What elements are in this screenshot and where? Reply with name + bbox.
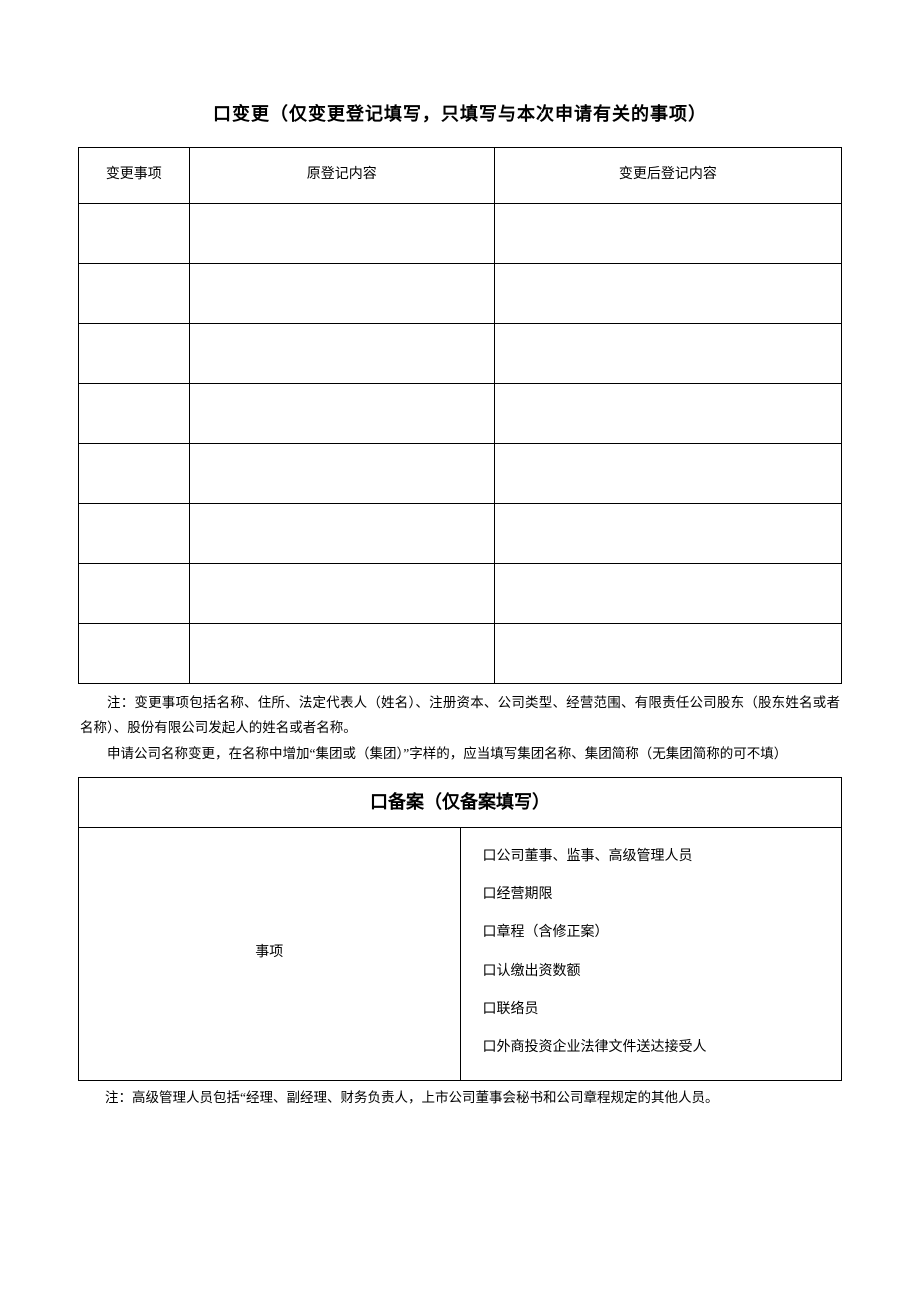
note-line2: 申请公司名称变更，在名称中增加“集团或（集团）”字样的，应当填写集团名称、集团简…	[80, 741, 840, 767]
table-row	[79, 623, 842, 683]
filing-option-liaison[interactable]: 口联络员	[483, 991, 842, 1029]
header-change-item: 变更事项	[79, 147, 190, 203]
filing-table: 口备案（仅备案填写） 事项 口公司董事、监事、高级管理人员 口经营期限 口章程（…	[78, 777, 842, 1081]
table-row	[79, 203, 842, 263]
note-line1: 注：变更事项包括名称、住所、法定代表人（姓名）、注册资本、公司类型、经营范围、有…	[80, 690, 840, 741]
change-table-header-row: 变更事项 原登记内容 变更后登记内容	[79, 147, 842, 203]
table-row	[79, 443, 842, 503]
cell-after[interactable]	[494, 383, 841, 443]
table-row	[79, 503, 842, 563]
header-original-content: 原登记内容	[189, 147, 494, 203]
cell-item[interactable]	[79, 443, 190, 503]
filing-section-footnote: 注：高级管理人员包括“经理、副经理、财务负责人，上市公司董事会秘书和公司章程规定…	[78, 1081, 842, 1111]
cell-original[interactable]	[189, 503, 494, 563]
filing-title-cell: 口备案（仅备案填写）	[79, 777, 842, 827]
cell-after[interactable]	[494, 203, 841, 263]
cell-item[interactable]	[79, 563, 190, 623]
cell-after[interactable]	[494, 443, 841, 503]
table-row	[79, 323, 842, 383]
cell-original[interactable]	[189, 323, 494, 383]
cell-after[interactable]	[494, 563, 841, 623]
cell-after[interactable]	[494, 623, 841, 683]
change-table: 变更事项 原登记内容 变更后登记内容	[78, 147, 842, 684]
cell-item[interactable]	[79, 623, 190, 683]
table-row	[79, 563, 842, 623]
cell-after[interactable]	[494, 263, 841, 323]
filing-option-directors[interactable]: 口公司董事、监事、高级管理人员	[483, 838, 842, 876]
change-section-note: 注：变更事项包括名称、住所、法定代表人（姓名）、注册资本、公司类型、经营范围、有…	[78, 684, 842, 777]
header-after-content: 变更后登记内容	[494, 147, 841, 203]
change-section-title: 口变更（仅变更登记填写，只填写与本次申请有关的事项）	[78, 100, 842, 129]
filing-option-capital[interactable]: 口认缴出资数额	[483, 953, 842, 991]
filing-options-cell: 口公司董事、监事、高级管理人员 口经营期限 口章程（含修正案） 口认缴出资数额 …	[460, 827, 842, 1080]
cell-original[interactable]	[189, 383, 494, 443]
cell-after[interactable]	[494, 323, 841, 383]
cell-item[interactable]	[79, 503, 190, 563]
cell-original[interactable]	[189, 263, 494, 323]
cell-original[interactable]	[189, 443, 494, 503]
filing-row-label: 事项	[79, 827, 461, 1080]
cell-original[interactable]	[189, 563, 494, 623]
cell-item[interactable]	[79, 203, 190, 263]
cell-after[interactable]	[494, 503, 841, 563]
cell-item[interactable]	[79, 263, 190, 323]
cell-original[interactable]	[189, 203, 494, 263]
filing-content-row: 事项 口公司董事、监事、高级管理人员 口经营期限 口章程（含修正案） 口认缴出资…	[79, 827, 842, 1080]
filing-section-title: 口备案（仅备案填写）	[79, 782, 841, 823]
filing-options-list: 口公司董事、监事、高级管理人员 口经营期限 口章程（含修正案） 口认缴出资数额 …	[483, 828, 842, 1080]
cell-item[interactable]	[79, 383, 190, 443]
filing-option-term[interactable]: 口经营期限	[483, 876, 842, 914]
filing-option-articles[interactable]: 口章程（含修正案）	[483, 914, 842, 952]
table-row	[79, 263, 842, 323]
filing-title-row: 口备案（仅备案填写）	[79, 777, 842, 827]
cell-item[interactable]	[79, 323, 190, 383]
cell-original[interactable]	[189, 623, 494, 683]
table-row	[79, 383, 842, 443]
filing-option-foreign-doc[interactable]: 口外商投资企业法律文件送达接受人	[483, 1029, 842, 1067]
